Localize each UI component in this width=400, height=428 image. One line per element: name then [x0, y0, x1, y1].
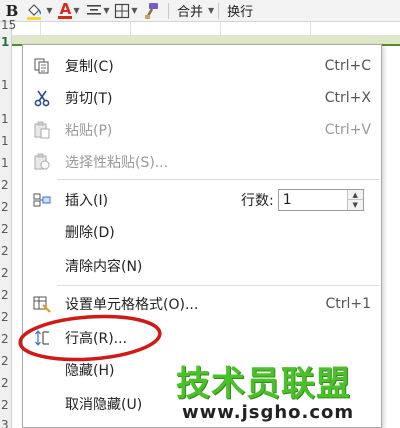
row-number[interactable]: 2	[0, 354, 12, 368]
font-color-swatch	[58, 15, 73, 19]
menu-item-cut[interactable]: 剪切(T) Ctrl+X	[23, 84, 381, 112]
chevron-down-icon[interactable]: ▼	[208, 6, 214, 15]
row-number[interactable]: 2	[0, 266, 12, 280]
menu-item-paste-special[interactable]: 选择性粘贴(S)...	[23, 148, 381, 176]
menu-item-label: 选择性粘贴(S)...	[65, 155, 169, 171]
wrap-text-button[interactable]: 换行	[223, 1, 257, 21]
row-count-stepper[interactable]: ▲ ▼	[277, 189, 364, 211]
stepper-buttons: ▲ ▼	[346, 190, 363, 210]
chevron-down-icon[interactable]: ▼	[131, 6, 137, 15]
borders-icon	[115, 3, 130, 18]
row-number[interactable]: 1	[0, 156, 12, 170]
align-button[interactable]: ▼	[84, 1, 112, 21]
border-button[interactable]: ▼	[112, 1, 140, 21]
row-number[interactable]: 2	[0, 376, 12, 390]
copy-icon	[33, 57, 51, 75]
insert-row-count: 行数: ▲ ▼	[241, 189, 364, 211]
stepper-down-icon[interactable]: ▼	[347, 200, 363, 210]
menu-item-label: 删除(D)	[65, 225, 115, 241]
menu-separator	[57, 179, 379, 180]
menu-item-row-height[interactable]: 行高(R)...	[23, 324, 381, 352]
shortcut-label: Ctrl+1	[325, 296, 371, 312]
insert-rows-icon	[33, 191, 51, 209]
row-number[interactable]: 1	[0, 78, 12, 92]
row-number[interactable]: 15	[0, 18, 16, 32]
format-painter-button[interactable]	[140, 1, 164, 21]
menu-item-format-cells[interactable]: 设置单元格格式(O)... Ctrl+1	[23, 290, 381, 318]
menu-item-label: 隐藏(H)	[65, 363, 115, 379]
menu-item-insert[interactable]: 插入(I) 行数: ▲ ▼	[23, 186, 381, 214]
menu-item-label: 剪切(T)	[65, 91, 113, 107]
sheet-area[interactable]	[382, 46, 400, 428]
row-number[interactable]: 2	[0, 178, 12, 192]
menu-item-paste[interactable]: 粘贴(P) Ctrl+V	[23, 116, 381, 144]
shortcut-label: Ctrl+V	[324, 122, 371, 138]
fill-bucket-icon	[27, 3, 42, 20]
watermark-url: www.jsgho.com	[182, 402, 355, 423]
shortcut-label: Ctrl+C	[324, 58, 371, 74]
row-count-input[interactable]	[282, 191, 349, 209]
align-center-icon	[87, 4, 102, 15]
menu-separator	[57, 285, 379, 286]
menu-item-clear-contents[interactable]: 清除内容(N)	[23, 252, 381, 280]
shortcut-label: Ctrl+X	[324, 90, 371, 106]
menu-item-copy[interactable]: 复制(C) Ctrl+C	[23, 52, 381, 80]
row-number-selected[interactable]: 1	[0, 35, 12, 49]
menu-item-label: 取消隐藏(U)	[65, 397, 143, 413]
menu-item-label: 插入(I)	[65, 193, 109, 209]
menu-item-label: 复制(C)	[65, 59, 114, 75]
formatting-toolbar: B ▼ A ▼ ▼ ▼ 合并 ▼ 换行	[0, 0, 400, 22]
chevron-down-icon[interactable]: ▼	[103, 6, 109, 15]
row-number[interactable]: 3	[0, 418, 12, 428]
stepper-up-icon[interactable]: ▲	[347, 190, 363, 200]
chevron-down-icon[interactable]: ▼	[46, 6, 52, 15]
merge-button[interactable]: 合并	[173, 1, 207, 21]
format-cells-icon	[33, 295, 51, 313]
row-number[interactable]: 2	[0, 222, 12, 236]
menu-item-label: 清除内容(N)	[65, 259, 143, 275]
chevron-down-icon[interactable]: ▼	[73, 6, 79, 15]
font-color-letter: A	[59, 0, 72, 18]
menu-item-label: 粘贴(P)	[65, 123, 113, 139]
row-number[interactable]: 2	[0, 288, 12, 302]
toolbar-divider	[218, 2, 220, 19]
row-number[interactable]: 1	[0, 134, 12, 148]
row-number[interactable]: 2	[0, 200, 12, 214]
font-color-button[interactable]: A ▼	[54, 1, 84, 21]
row-count-label: 行数:	[241, 193, 274, 209]
scissors-icon	[33, 89, 51, 107]
fill-color-button[interactable]: ▼	[24, 1, 54, 21]
row-number[interactable]: 2	[0, 332, 12, 346]
row-height-icon	[33, 329, 51, 347]
menu-item-label: 行高(R)...	[65, 331, 128, 347]
row-header-column: 15 1 1 1 1 1 2 2 2 2 2 2 2 2 2 2 2 3	[0, 18, 16, 428]
toolbar-divider	[168, 2, 169, 19]
menu-item-label: 设置单元格格式(O)...	[65, 297, 199, 313]
menu-item-delete[interactable]: 删除(D)	[23, 218, 381, 246]
watermark-title: 技术员联盟	[176, 364, 351, 404]
row-number[interactable]: 1	[0, 112, 12, 126]
paste-special-icon	[33, 153, 51, 171]
row-number[interactable]: 2	[0, 398, 12, 412]
row-number[interactable]: 2	[0, 310, 12, 324]
paste-icon	[33, 121, 51, 139]
row-number[interactable]: 2	[0, 244, 12, 258]
format-painter-icon	[145, 2, 158, 19]
